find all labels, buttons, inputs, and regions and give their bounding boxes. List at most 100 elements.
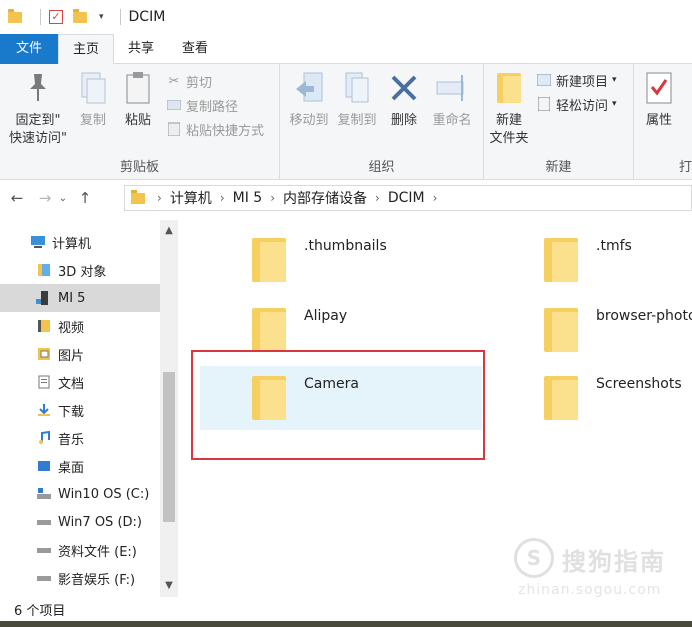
copy-path-label: 复制路径 — [186, 99, 239, 115]
sidebar-item-label: 下载 — [58, 404, 85, 420]
sidebar-item-computer[interactable]: 计算机 — [0, 228, 160, 256]
recent-locations-chevron-icon[interactable]: ⌄ — [56, 193, 70, 204]
properties-button[interactable]: 属性 — [638, 70, 680, 130]
videos-icon — [36, 319, 52, 333]
copy-path-icon — [166, 98, 182, 112]
window-title: DCIM — [128, 9, 166, 25]
sidebar-item-label: 文档 — [58, 376, 85, 392]
chevron-down-icon: ▾ — [612, 75, 617, 85]
scroll-thumb[interactable] — [163, 372, 175, 522]
watermark-url: zhinan.sogou.com — [518, 582, 662, 598]
folder-name: browser-photo — [596, 308, 692, 324]
clipboard-group: 固定到" 快速访问" 复制 粘贴 ✂ 剪切 复制路径 粘贴快捷方式 剪贴板 — [0, 64, 280, 180]
sidebar-item-music[interactable]: 音乐 — [0, 424, 160, 452]
sidebar-item-label: 资料文件 (E:) — [58, 544, 137, 560]
taskbar-edge — [0, 621, 692, 627]
chevron-right-icon[interactable]: › — [375, 191, 380, 205]
copy-path-button[interactable]: 复制路径 — [166, 95, 238, 115]
cut-button[interactable]: ✂ 剪切 — [166, 71, 212, 91]
breadcrumb-dcim[interactable]: DCIM — [388, 190, 425, 206]
sidebar-item-label: 桌面 — [58, 460, 85, 476]
breadcrumb-internal-storage[interactable]: 内部存储设备 — [283, 188, 367, 208]
sidebar-item-desktop[interactable]: 桌面 — [0, 452, 160, 480]
sidebar-item-3d-objects[interactable]: 3D 对象 — [0, 256, 160, 284]
phone-icon — [36, 291, 52, 305]
properties-quick-icon[interactable]: ✓ — [49, 10, 63, 24]
chevron-down-icon: ▾ — [612, 99, 617, 109]
sidebar-item-drive-f[interactable]: 影音娱乐 (F:) — [0, 564, 160, 592]
sidebar-item-pictures[interactable]: 图片 — [0, 340, 160, 368]
folder-name: Screenshots — [596, 376, 682, 392]
nav-scrollbar[interactable]: ▲ ▼ — [160, 220, 178, 597]
downloads-icon — [36, 403, 52, 417]
scroll-up-icon[interactable]: ▲ — [160, 222, 178, 240]
sidebar-item-mi5[interactable]: MI 5 — [0, 284, 160, 312]
sidebar-item-drive-c[interactable]: Win10 OS (C:) — [0, 480, 160, 508]
folder-icon — [131, 189, 145, 204]
tab-view[interactable]: 查看 — [168, 34, 222, 64]
pictures-icon — [36, 347, 52, 361]
sidebar-item-label: 3D 对象 — [58, 264, 107, 280]
sidebar-item-label: 影音娱乐 (F:) — [58, 572, 136, 588]
move-to-button[interactable]: 移动到 — [284, 70, 334, 130]
open-group: 属性 打 — [634, 64, 692, 180]
new-group: 新建 文件夹 新建项目 ▾ 轻松访问 ▾ 新建 — [484, 64, 634, 180]
chevron-right-icon[interactable]: › — [270, 191, 275, 205]
folder-icon — [544, 376, 578, 420]
copy-to-button[interactable]: 复制到 — [332, 70, 382, 130]
copy-button[interactable]: 复制 — [72, 70, 114, 130]
chevron-right-icon[interactable]: › — [220, 191, 225, 205]
breadcrumb-mi5[interactable]: MI 5 — [233, 190, 263, 206]
highlight-box — [191, 350, 485, 460]
move-to-label: 移动到 — [289, 113, 329, 128]
rename-button[interactable]: 重命名 — [426, 70, 478, 130]
chevron-right-icon[interactable]: › — [157, 191, 162, 205]
pin-label-line1: 固定到" — [15, 113, 61, 128]
chevron-right-icon[interactable]: › — [433, 191, 438, 205]
folder-item[interactable]: Screenshots — [544, 366, 692, 430]
sidebar-item-drive-e[interactable]: 资料文件 (E:) — [0, 536, 160, 564]
paste-shortcut-button[interactable]: 粘贴快捷方式 — [166, 119, 264, 139]
sidebar-item-label: Win10 OS (C:) — [58, 486, 150, 502]
scroll-down-icon[interactable]: ▼ — [160, 577, 178, 595]
new-item-button[interactable]: 新建项目 ▾ — [536, 70, 617, 90]
breadcrumb-computer[interactable]: 计算机 — [170, 188, 212, 208]
rename-label: 重命名 — [432, 113, 472, 128]
customize-toolbar-chevron-icon[interactable]: ▾ — [99, 12, 104, 22]
status-bar: 6 个项目 — [0, 597, 692, 621]
open-group-label: 打 — [678, 160, 692, 175]
sidebar-item-label: MI 5 — [58, 290, 86, 306]
new-folder-button[interactable]: 新建 文件夹 — [486, 70, 532, 148]
tab-file[interactable]: 文件 — [0, 34, 59, 64]
sidebar-item-videos[interactable]: 视频 — [0, 312, 160, 340]
up-arrow-icon[interactable]: ↑ — [74, 189, 96, 207]
easy-access-button[interactable]: 轻松访问 ▾ — [536, 94, 617, 114]
drive-icon — [36, 515, 52, 529]
forward-arrow-icon[interactable]: → — [34, 189, 56, 207]
tab-home[interactable]: 主页 — [58, 34, 115, 65]
address-bar[interactable]: › 计算机 › MI 5 › 内部存储设备 › DCIM › — [124, 185, 692, 211]
delete-button[interactable]: 删除 — [384, 70, 424, 130]
folder-name: .thumbnails — [304, 238, 387, 254]
paste-button[interactable]: 粘贴 — [116, 70, 160, 130]
back-arrow-icon[interactable]: ← — [6, 189, 28, 207]
scissors-icon: ✂ — [168, 73, 180, 89]
copy-icon — [76, 70, 110, 106]
tab-share[interactable]: 共享 — [114, 34, 168, 64]
sidebar-item-drive-d[interactable]: Win7 OS (D:) — [0, 508, 160, 536]
sidebar-item-downloads[interactable]: 下载 — [0, 396, 160, 424]
copy-to-label: 复制到 — [337, 113, 377, 128]
new-folder-quick-icon[interactable] — [73, 8, 87, 23]
organize-group-label: 组织 — [368, 160, 395, 175]
divider — [119, 9, 121, 25]
sidebar-item-label: 计算机 — [52, 236, 92, 252]
sidebar-item-documents[interactable]: 文档 — [0, 368, 160, 396]
folder-item[interactable]: .thumbnails — [252, 228, 492, 292]
move-to-icon — [292, 70, 326, 106]
folder-item[interactable]: .tmfs — [544, 228, 692, 292]
pin-quick-access-button[interactable]: 固定到" 快速访问" — [4, 70, 72, 148]
paste-label: 粘贴 — [124, 113, 151, 128]
folder-item[interactable]: browser-photo — [544, 298, 692, 362]
folder-icon — [252, 308, 286, 352]
sidebar-item-label: 音乐 — [58, 432, 85, 448]
